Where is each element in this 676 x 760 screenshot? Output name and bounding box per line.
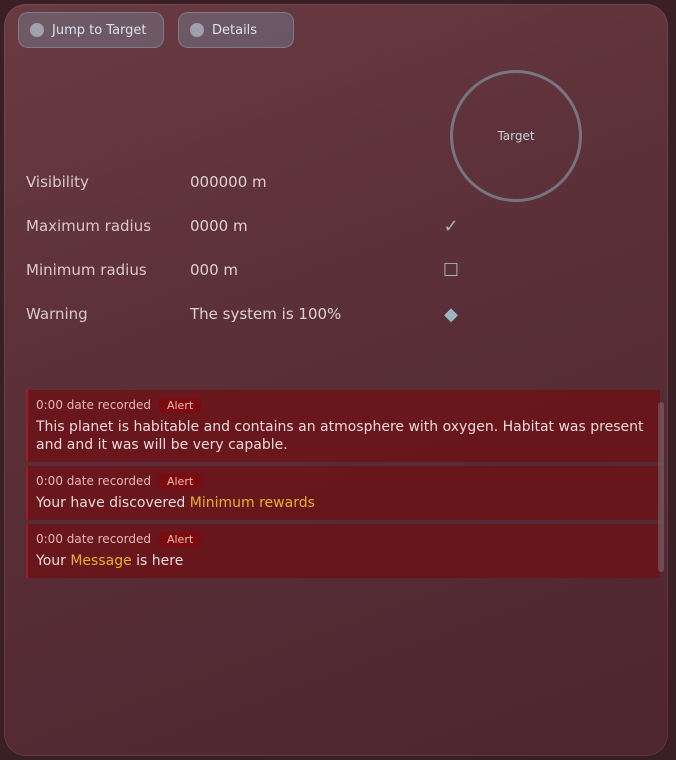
stat-label: Minimum radius — [26, 261, 147, 279]
log-message-suffix: is here — [136, 553, 184, 569]
star-icon — [30, 23, 44, 37]
log-time: 0:00 date recorded — [36, 398, 151, 412]
stat-value: 000 m — [190, 261, 239, 279]
log-message: Your have discovered — [36, 495, 186, 511]
jump-to-target-button[interactable]: Jump to Target — [18, 12, 164, 48]
stat-row-visibility: Visibility 000000 m — [26, 160, 466, 204]
stat-label: Warning — [26, 305, 88, 323]
log-entry-header: 0:00 date recorded Alert — [36, 396, 652, 414]
log-entry: 0:00 date recorded Alert Your have disco… — [26, 466, 660, 520]
stat-row-minimum-radius: Minimum radius 000 m ☐ — [26, 248, 466, 292]
stat-value: 0000 m — [190, 217, 248, 235]
checkbox-icon[interactable]: ☐ — [436, 258, 466, 282]
log-entry-header: 0:00 date recorded Alert — [36, 530, 652, 548]
log-message-prefix: Your — [36, 553, 66, 569]
log-message: This planet is habitable and contains an… — [36, 419, 644, 453]
log-entry-header: 0:00 date recorded Alert — [36, 472, 652, 490]
details-button[interactable]: Details — [178, 12, 294, 48]
log-time: 0:00 date recorded — [36, 532, 151, 546]
stat-row-warning: Warning The system is 100% ◆ — [26, 292, 466, 336]
stat-row-maximum-radius: Maximum radius 0000 m ✓ — [26, 204, 466, 248]
target-reticle[interactable]: Target — [450, 70, 582, 202]
log-tag: Alert — [158, 397, 202, 413]
main-panel: Jump to Target Details Target Visibility… — [4, 4, 668, 756]
log-time: 0:00 date recorded — [36, 474, 151, 488]
log-scrollbar[interactable] — [658, 402, 664, 572]
jump-to-target-label: Jump to Target — [52, 22, 147, 38]
warning-icon: ◆ — [444, 303, 458, 325]
log-highlight-link[interactable]: Message — [70, 553, 131, 569]
log-tag: Alert — [158, 473, 202, 489]
stat-label: Maximum radius — [26, 217, 152, 235]
log-entry: 0:00 date recorded Alert Your Message is… — [26, 524, 660, 578]
top-toolbar: Jump to Target Details — [18, 12, 294, 48]
event-log: 0:00 date recorded Alert This planet is … — [26, 390, 660, 582]
reticle-label: Target — [497, 129, 535, 143]
stat-value: The system is 100% — [190, 305, 342, 323]
stat-mark — [436, 170, 466, 194]
stat-value: 000000 m — [190, 173, 267, 191]
stat-label: Visibility — [26, 173, 89, 191]
log-message-wrap: Your Message is here — [36, 552, 652, 570]
log-entry: 0:00 date recorded Alert This planet is … — [26, 390, 660, 462]
details-label: Details — [212, 22, 258, 38]
info-icon — [190, 23, 204, 37]
log-highlight-link[interactable]: Minimum rewards — [190, 495, 315, 511]
log-message-wrap: Your have discovered Minimum rewards — [36, 494, 652, 512]
log-tag: Alert — [158, 531, 202, 547]
stats-list: Visibility 000000 m Maximum radius 0000 … — [26, 160, 466, 336]
check-icon[interactable]: ✓ — [436, 214, 466, 238]
